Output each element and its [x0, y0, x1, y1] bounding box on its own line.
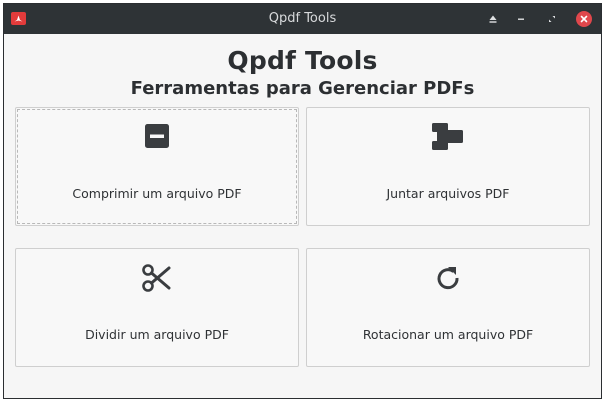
rotate-pdf-button[interactable]: Rotacionar um arquivo PDF	[306, 248, 590, 367]
app-window: Qpdf Tools Qpdf Tools Ferramentas para G…	[3, 3, 602, 399]
maximize-icon[interactable]	[544, 11, 560, 27]
close-icon[interactable]	[576, 11, 592, 27]
merge-pdf-button[interactable]: Juntar arquivos PDF	[306, 107, 590, 226]
rotate-icon	[307, 264, 589, 292]
merge-pdf-label: Juntar arquivos PDF	[386, 186, 510, 201]
pdf-icon[interactable]	[11, 12, 26, 25]
minimize-icon[interactable]	[513, 11, 529, 27]
split-pdf-label: Dividir um arquivo PDF	[85, 327, 229, 342]
keep-above-icon[interactable]	[485, 11, 501, 27]
compress-pdf-label: Comprimir um arquivo PDF	[72, 186, 242, 201]
scissors-icon	[16, 264, 298, 292]
rotate-pdf-label: Rotacionar um arquivo PDF	[362, 327, 534, 342]
compress-icon	[16, 123, 298, 151]
window-title: Qpdf Tools	[268, 11, 337, 26]
compress-pdf-button[interactable]: Comprimir um arquivo PDF	[15, 107, 299, 226]
split-pdf-button[interactable]: Dividir um arquivo PDF	[15, 248, 299, 367]
merge-icon	[307, 123, 589, 151]
page-subtitle: Ferramentas para Gerenciar PDFs	[130, 78, 475, 99]
title-bar[interactable]: Qpdf Tools	[4, 4, 601, 34]
main-content: Qpdf Tools Ferramentas para Gerenciar PD…	[4, 34, 601, 398]
page-title: Qpdf Tools	[227, 46, 378, 75]
